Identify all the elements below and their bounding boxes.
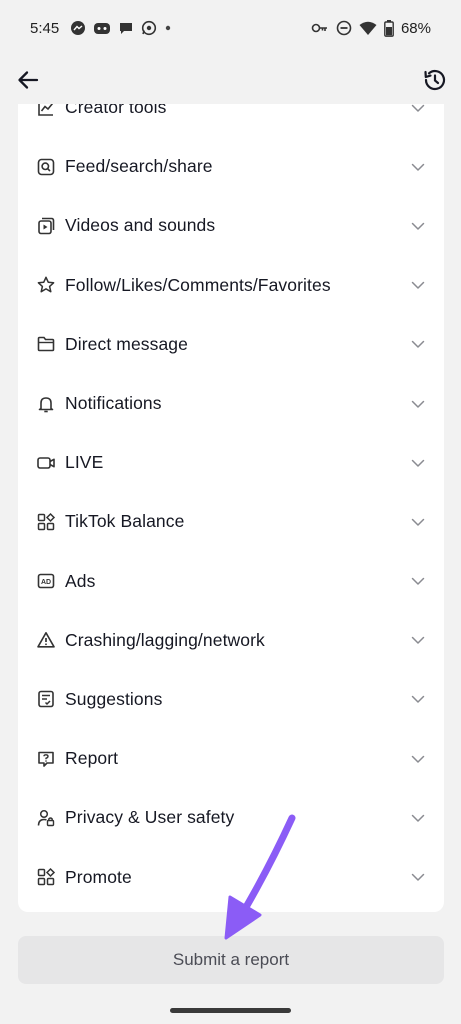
messenger-icon: [71, 21, 86, 35]
chevron-down-icon[interactable]: [410, 159, 426, 175]
category-label: Feed/search/share: [65, 156, 213, 177]
dnd-icon: [336, 20, 352, 36]
battery-level: 68%: [400, 19, 431, 37]
whatsapp-icon: [142, 20, 157, 36]
status-time: 5:45: [30, 19, 60, 37]
report-icon: [36, 749, 56, 769]
checklist-icon: [36, 689, 56, 709]
category-label: Privacy & User safety: [65, 807, 235, 828]
category-label: Follow/Likes/Comments/Favorites: [65, 274, 331, 295]
category-row[interactable]: Report: [18, 729, 444, 788]
status-bar-right: 68%: [311, 19, 431, 37]
category-row[interactable]: Creator tools: [18, 104, 444, 137]
grid-icon: [36, 512, 56, 532]
category-row[interactable]: Videos and sounds: [18, 196, 444, 255]
ad-icon: AD: [36, 571, 56, 591]
chart-icon: [36, 104, 56, 118]
chevron-down-icon[interactable]: [410, 751, 426, 767]
category-label: Notifications: [65, 393, 162, 414]
chevron-down-icon[interactable]: [410, 514, 426, 530]
back-button[interactable]: [14, 66, 42, 94]
chevron-down-icon[interactable]: [410, 277, 426, 293]
category-list: Creator tools Feed/search/share Videos and…: [18, 104, 444, 907]
category-row[interactable]: LIVE: [18, 433, 444, 492]
discord-icon: [94, 23, 111, 34]
category-row[interactable]: Follow/Likes/Comments/Favorites: [18, 256, 444, 315]
star-icon: [36, 275, 56, 295]
chevron-down-icon[interactable]: [410, 632, 426, 648]
home-indicator[interactable]: [170, 1008, 291, 1013]
category-label: TikTok Balance: [65, 511, 185, 532]
chevron-down-icon[interactable]: [410, 869, 426, 885]
chevron-down-icon[interactable]: [410, 218, 426, 234]
category-label: LIVE: [65, 452, 104, 473]
svg-text:AD: AD: [41, 579, 51, 586]
dot-icon: [166, 25, 171, 31]
category-label: Suggestions: [65, 688, 163, 709]
chevron-down-icon[interactable]: [410, 455, 426, 471]
category-row[interactable]: Notifications: [18, 374, 444, 433]
bell-icon: [36, 394, 56, 414]
category-label: Videos and sounds: [65, 215, 216, 236]
category-label: Direct message: [65, 333, 188, 354]
category-card: Creator tools Feed/search/share Videos and…: [18, 104, 444, 912]
category-label: Creator tools: [65, 104, 167, 118]
category-row[interactable]: Crashing/lagging/network: [18, 611, 444, 670]
category-label: Promote: [65, 866, 132, 887]
history-button[interactable]: [421, 66, 449, 94]
status-bar-left: 5:45: [30, 20, 172, 37]
wifi-icon: [359, 21, 377, 35]
category-row[interactable]: TikTok Balance: [18, 492, 444, 551]
warning-icon: [36, 630, 56, 650]
key-icon: [311, 23, 327, 33]
category-row[interactable]: Privacy & User safety: [18, 788, 444, 847]
status-bar: 5:45 68%: [0, 0, 461, 56]
category-row[interactable]: Suggestions: [18, 670, 444, 729]
chevron-down-icon[interactable]: [410, 573, 426, 589]
chevron-down-icon[interactable]: [410, 810, 426, 826]
camera-icon: [36, 453, 56, 473]
category-row[interactable]: Direct message: [18, 315, 444, 374]
category-label: Ads: [65, 570, 96, 591]
chevron-down-icon[interactable]: [410, 691, 426, 707]
category-label: Crashing/lagging/network: [65, 629, 265, 650]
battery-icon: [384, 19, 394, 37]
user-lock-icon: [36, 808, 56, 828]
grid-icon: [36, 867, 56, 887]
app-header: [0, 56, 461, 104]
folder-icon: [36, 334, 56, 354]
category-row[interactable]: Feed/search/share: [18, 137, 444, 196]
category-row[interactable]: AD Ads: [18, 552, 444, 611]
submit-report-button[interactable]: Submit a report: [18, 936, 444, 984]
history-icon: [424, 69, 446, 91]
chevron-down-icon[interactable]: [410, 104, 426, 116]
chat-icon: [120, 23, 133, 34]
arrow-left-icon: [18, 71, 39, 89]
category-label: Report: [65, 748, 119, 769]
search-box-icon: [36, 157, 56, 177]
chevron-down-icon[interactable]: [410, 396, 426, 412]
category-row[interactable]: Promote: [18, 847, 444, 906]
chevron-down-icon[interactable]: [410, 336, 426, 352]
video-stack-icon: [36, 216, 56, 236]
